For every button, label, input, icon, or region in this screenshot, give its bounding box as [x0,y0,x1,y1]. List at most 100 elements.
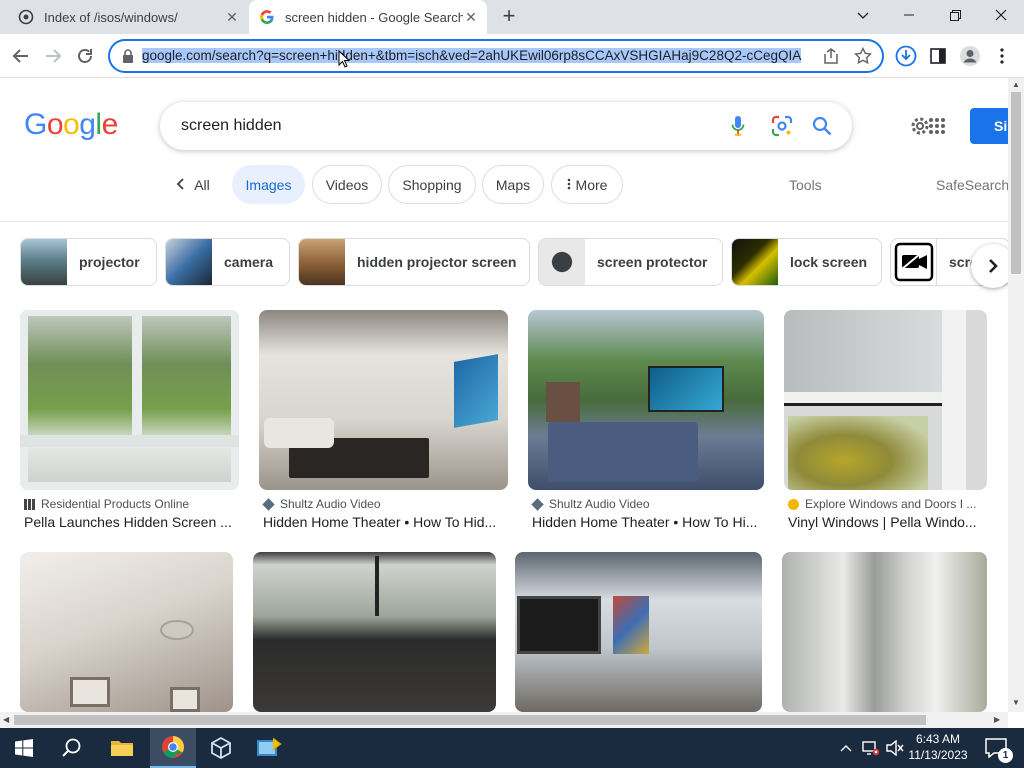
clock-date: 11/13/2023 [908,748,968,762]
filter-more-label: More [575,176,608,193]
image-result[interactable]: Residential Products Online Pella Launch… [20,310,239,540]
address-bar[interactable]: google.com/search?q=screen+hidden+&tbm=i… [108,39,884,73]
result-source-text: Explore Windows and Doors I ... [805,497,977,511]
result-image[interactable] [782,552,987,712]
result-source[interactable]: Residential Products Online [24,497,189,511]
tab-favicon-icon [18,9,34,25]
windows-taskbar: 6:43 AM 11/13/2023 1 [0,728,1024,768]
result-image[interactable] [784,310,987,490]
volume-muted-icon[interactable] [884,728,906,768]
back-arrow-icon[interactable] [6,41,36,71]
result-image[interactable] [259,310,508,490]
filter-maps[interactable]: Maps [482,165,544,204]
related-label: hidden projector screen [357,254,517,270]
related-chip-camera[interactable]: camera [165,238,290,286]
tab-search-chevron-icon[interactable] [840,0,886,30]
windows-logo-icon [15,739,33,757]
image-result[interactable]: Explore Windows and Doors I ... Vinyl Wi… [784,310,987,540]
safesearch-button[interactable]: SafeSearch [936,177,1009,193]
kebab-menu-icon[interactable] [987,41,1017,71]
close-window-button[interactable] [978,0,1024,30]
file-explorer-icon[interactable] [98,728,146,768]
lock-icon[interactable] [122,49,134,68]
image-result[interactable] [253,552,496,712]
virtualbox-icon[interactable] [198,728,244,768]
network-icon[interactable] [860,728,882,768]
scroll-down-arrow-icon[interactable]: ▼ [1012,698,1020,707]
related-chip-screen-protector[interactable]: screen protector [538,238,723,286]
tab-google-search[interactable]: screen hidden - Google Search ✕ [249,0,487,34]
close-tab-icon[interactable]: ✕ [224,9,240,25]
result-title[interactable]: Hidden Home Theater • How To Hid... [263,514,496,530]
scroll-left-arrow-icon[interactable]: ◀ [3,715,9,724]
smiley-favicon-icon [788,498,799,510]
tray-chevron-up-icon[interactable] [836,728,856,768]
horizontal-scroll-thumb[interactable] [14,715,926,725]
start-button[interactable] [0,728,48,768]
related-chip-projector[interactable]: projector [20,238,157,286]
filter-shopping[interactable]: Shopping [388,165,476,204]
related-label: camera [224,254,274,270]
microphone-icon[interactable] [726,114,750,138]
result-source[interactable]: Shultz Audio Video [531,497,650,511]
result-title[interactable]: Hidden Home Theater • How To Hi... [532,514,757,530]
google-apps-icon[interactable] [928,117,946,140]
vertical-dots-icon [567,177,571,193]
vertical-scrollbar[interactable]: ▲ ▼ [1008,78,1024,712]
new-tab-button[interactable]: + [497,5,521,29]
forward-arrow-icon[interactable] [38,41,68,71]
vertical-scroll-thumb[interactable] [1011,92,1021,274]
result-image[interactable] [20,552,233,712]
search-input[interactable]: screen hidden [181,117,282,135]
image-result[interactable]: Shultz Audio Video Hidden Home Theater •… [259,310,508,540]
image-result[interactable] [515,552,762,712]
result-image[interactable] [20,310,239,490]
chevron-left-icon [176,177,184,193]
download-icon[interactable] [891,41,921,71]
result-title[interactable]: Vinyl Windows | Pella Windo... [788,514,977,530]
reload-icon[interactable] [70,41,100,71]
related-chip-hidden-projector-screen[interactable]: hidden projector screen [298,238,530,286]
profile-avatar-icon[interactable] [955,41,985,71]
google-lens-icon[interactable] [770,114,794,138]
tools-button[interactable]: Tools [789,177,822,193]
image-result[interactable] [20,552,233,712]
url-text[interactable]: google.com/search?q=screen+hidden+&tbm=i… [142,48,802,63]
result-source-text: Shultz Audio Video [280,497,381,511]
image-result[interactable] [782,552,987,712]
filter-more[interactable]: More [551,165,623,204]
vm-console-icon[interactable] [246,728,292,768]
search-icon[interactable] [810,114,834,138]
related-thumbnail [539,239,585,285]
result-source-text: Shultz Audio Video [549,497,650,511]
bookmark-star-icon[interactable] [853,46,873,70]
scroll-right-arrow-icon[interactable]: ▶ [994,715,1000,724]
side-panel-icon[interactable] [923,41,953,71]
filter-all[interactable]: All [168,165,218,204]
notification-center-icon[interactable]: 1 [978,728,1014,768]
filter-videos[interactable]: Videos [312,165,382,204]
restore-button[interactable] [932,0,978,30]
close-tab-icon[interactable]: ✕ [463,9,479,25]
result-image[interactable] [515,552,762,712]
related-chip-lock-screen[interactable]: lock screen [731,238,882,286]
scroll-up-arrow-icon[interactable]: ▲ [1012,80,1020,89]
tab-title: screen hidden - Google Search [285,9,463,25]
result-source[interactable]: Explore Windows and Doors I ... [788,497,976,511]
chevron-right-icon [989,259,998,273]
result-title[interactable]: Pella Launches Hidden Screen ... [24,514,232,530]
share-icon[interactable] [822,47,840,70]
result-image[interactable] [253,552,496,712]
taskbar-search-icon[interactable] [48,728,96,768]
chrome-taskbar-icon[interactable] [150,728,196,768]
horizontal-scrollbar[interactable]: ◀ ▶ [0,712,1008,728]
minimize-button[interactable] [886,0,932,30]
result-image[interactable] [528,310,764,490]
filter-images[interactable]: Images [232,165,305,204]
clock[interactable]: 6:43 AM 11/13/2023 [906,731,970,763]
search-box[interactable]: screen hidden [160,102,852,150]
image-result[interactable]: Shultz Audio Video Hidden Home Theater •… [528,310,764,540]
result-source[interactable]: Shultz Audio Video [262,497,381,511]
tab-index-isos[interactable]: Index of /isos/windows/ ✕ [8,0,248,34]
google-logo[interactable]: Google [24,108,118,142]
